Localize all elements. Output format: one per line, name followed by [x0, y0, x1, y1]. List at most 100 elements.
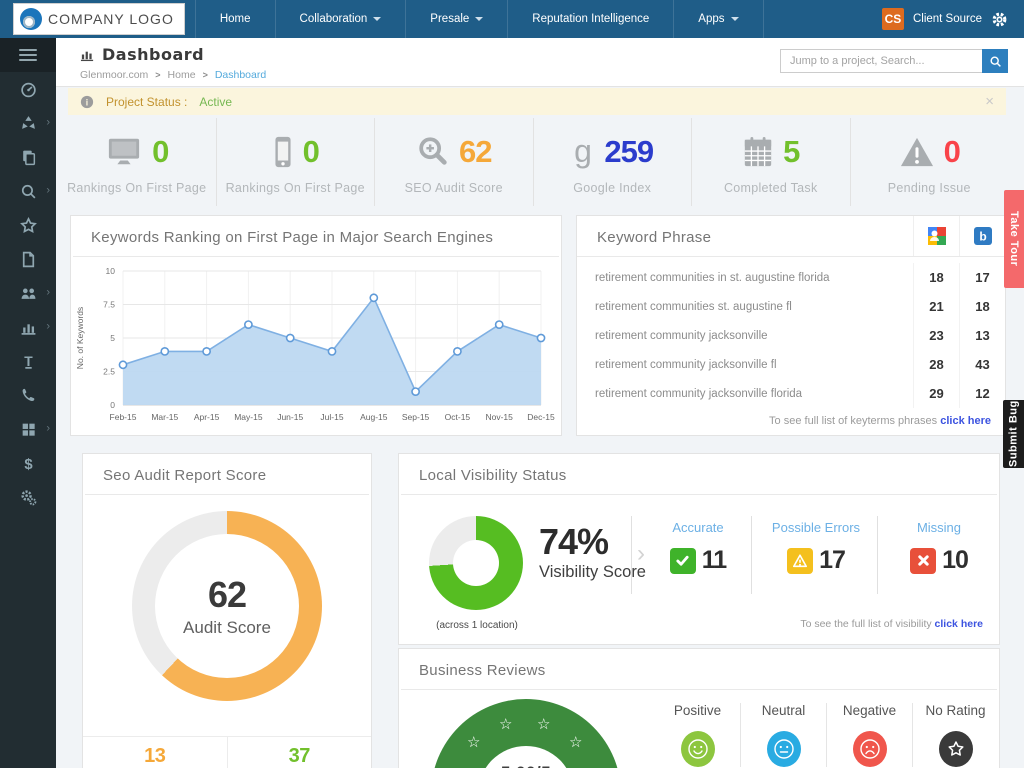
breadcrumb-project[interactable]: Glenmoor.com: [80, 69, 148, 81]
client-source-label[interactable]: Client Source: [913, 13, 982, 25]
stat-rankings-desktop: 0 Rankings On First Page: [58, 118, 217, 206]
chevron-down-icon: [373, 17, 381, 21]
stat-label: Google Index: [573, 181, 651, 195]
sidebar-item-favorites[interactable]: [0, 208, 56, 242]
submit-bug-tab[interactable]: Submit Bug: [1003, 400, 1024, 468]
panel-title: Local Visibility Status: [401, 454, 997, 495]
sidebar-item-text[interactable]: T: [0, 344, 56, 378]
chevron-right-icon: ›: [46, 424, 50, 435]
sidebar-item-dashboard[interactable]: [0, 72, 56, 106]
svg-text:7.5: 7.5: [103, 300, 115, 310]
sidebar-item-recycle[interactable]: ›: [0, 106, 56, 140]
neutral-face-icon: [767, 731, 801, 767]
bing-rank: 43: [959, 350, 1005, 379]
panel-title: Keyword Phrase: [579, 216, 911, 256]
phone-icon: [20, 387, 37, 404]
stat-value: 0: [303, 134, 319, 170]
svg-text:Apr-15: Apr-15: [194, 412, 220, 422]
google-rank: 21: [913, 292, 959, 321]
missing-stat: Missing 10: [887, 520, 991, 575]
company-logo[interactable]: COMPANY LOGO: [13, 3, 185, 35]
logo-text: COMPANY LOGO: [48, 11, 174, 27]
sidebar-item-billing[interactable]: $: [0, 446, 56, 480]
nav-item-reputation-intelligence[interactable]: Reputation Intelligence: [507, 0, 673, 38]
stat-value: 0: [944, 134, 960, 170]
users-icon: [20, 285, 37, 302]
sidebar-item-settings[interactable]: [0, 480, 56, 514]
sidebar-item-reports[interactable]: ›: [0, 310, 56, 344]
dollar-icon: $: [20, 455, 37, 472]
seo-audit-panel: Seo Audit Report Score 62 Audit Score 13…: [82, 453, 372, 768]
panel-title: Keywords Ranking on First Page in Major …: [73, 216, 559, 257]
star-icon: ☆: [499, 717, 512, 732]
dashboard-icon: [20, 81, 37, 98]
breadcrumb-home[interactable]: Home: [168, 69, 196, 81]
stat-label: Accurate: [651, 520, 745, 535]
smile-icon: [681, 731, 715, 767]
negative-reviews: Negative: [827, 703, 913, 767]
nav-item-apps[interactable]: Apps: [673, 0, 763, 38]
table-row: retirement communities in st. augustine …: [577, 263, 1005, 292]
visibility-caption: (across 1 location): [407, 620, 547, 631]
page-header: Dashboard Glenmoor.com>Home>Dashboard: [56, 38, 1024, 87]
stat-pending-issue: 0 Pending Issue: [851, 118, 1009, 206]
sidebar-item-calls[interactable]: [0, 378, 56, 412]
breadcrumb-current[interactable]: Dashboard: [215, 69, 266, 81]
svg-text:Oct-15: Oct-15: [445, 412, 471, 422]
stat-value: 13: [144, 745, 165, 768]
nav-item-home[interactable]: Home: [195, 0, 275, 38]
search-button[interactable]: [982, 49, 1008, 73]
stat-value: 259: [604, 134, 653, 170]
google-rank: 28: [913, 350, 959, 379]
sidebar-item-search[interactable]: ›: [0, 174, 56, 208]
project-search: [780, 49, 1008, 73]
logo-circle-icon: [20, 8, 42, 30]
status-value: Active: [199, 95, 232, 109]
visibility-percent: 74%: [539, 524, 646, 560]
gauge-value: 5.00/5: [478, 746, 574, 768]
nav-item-collaboration[interactable]: Collaboration: [275, 0, 406, 38]
star-icon: ☆: [569, 735, 582, 750]
stat-seo-audit-score: 62 SEO Audit Score: [375, 118, 534, 206]
main-nav: Home Collaboration Presale Reputation In…: [195, 0, 764, 38]
sidebar-item-users[interactable]: ›: [0, 276, 56, 310]
menu-icon: [19, 46, 37, 64]
svg-text:Jul-15: Jul-15: [320, 412, 343, 422]
stat-label: Missing: [887, 520, 991, 535]
cross-icon: [910, 548, 936, 574]
calendar-icon: [742, 135, 774, 169]
star-icon: ☆: [467, 735, 480, 750]
bar-chart-icon: [80, 47, 95, 62]
client-source-badge[interactable]: CS: [882, 8, 904, 30]
audit-score-value: 62: [208, 574, 246, 616]
visibility-click-here-link[interactable]: click here: [935, 618, 983, 630]
close-icon[interactable]: ×: [985, 94, 994, 109]
bing-rank: 12: [959, 379, 1005, 408]
sidebar-item-documents[interactable]: [0, 242, 56, 276]
nav-item-presale[interactable]: Presale: [405, 0, 507, 38]
stat-rankings-mobile: 0 Rankings On First Page: [217, 118, 376, 206]
info-icon: i: [80, 95, 94, 109]
star-icon: ☆: [537, 717, 550, 732]
take-tour-tab[interactable]: Take Tour: [1004, 190, 1024, 288]
chevron-right-icon: ›: [46, 118, 50, 129]
svg-text:$: $: [24, 456, 33, 471]
kpi-stats-row: 0 Rankings On First Page 0 Rankings On F…: [58, 118, 1008, 206]
star-icon: [939, 731, 973, 767]
local-visibility-panel: Local Visibility Status (across 1 locati…: [398, 453, 1000, 645]
frown-icon: [853, 731, 887, 767]
sidebar-item-apps-grid[interactable]: ›: [0, 412, 56, 446]
no-rating-reviews: No Rating: [913, 703, 998, 767]
chevron-down-icon: [475, 17, 483, 21]
keywords-click-here-link[interactable]: click here: [940, 415, 991, 427]
visibility-donut: [429, 516, 523, 610]
category-label: Neutral: [762, 703, 806, 718]
alert-label: Project Status :: [106, 95, 187, 109]
gear-icon[interactable]: [991, 11, 1008, 28]
sidebar-toggle[interactable]: [0, 38, 56, 72]
svg-text:0: 0: [110, 400, 115, 410]
sidebar-item-copy[interactable]: [0, 140, 56, 174]
search-icon: [20, 183, 37, 200]
stat-google-index: g 259 Google Index: [534, 118, 693, 206]
search-input[interactable]: [780, 49, 982, 73]
